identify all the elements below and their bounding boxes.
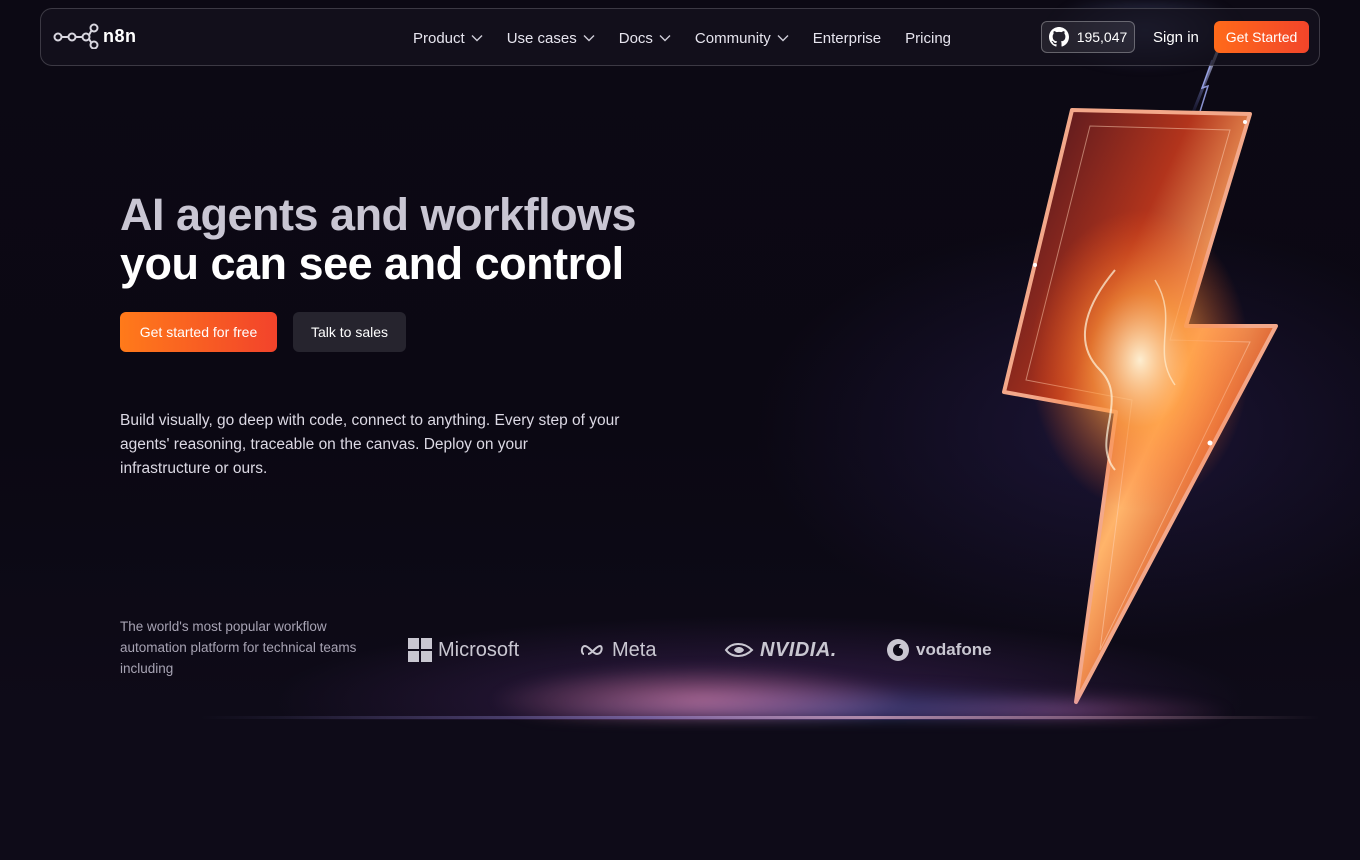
github-stars-button[interactable]: 195,047 [1041,21,1135,53]
chevron-down-icon [471,35,483,42]
microsoft-icon [408,638,432,662]
floor-line [200,716,1320,719]
nav-item-pricing[interactable]: Pricing [905,30,951,47]
nvidia-eye-icon [724,643,754,657]
nav-item-label: Use cases [506,29,577,47]
n8n-logo-icon [53,23,99,49]
nav-item-product[interactable]: Product [413,30,483,47]
vodafone-icon [887,639,909,661]
nav-item-use-cases[interactable]: Use cases [507,30,595,47]
github-icon [1048,27,1069,47]
brand-name: Meta [612,638,657,661]
meta-infinity-icon [580,644,603,656]
trusted-by-text: The world's most popular workflow automa… [120,619,357,676]
nvidia-logo: NVIDIA. [724,630,837,670]
chevron-down-icon [659,35,671,42]
nav-item-label: Enterprise [812,29,882,47]
github-stars-count: 195,047 [1076,29,1128,45]
brand-name: vodafone [916,640,992,659]
headline-line-2: you can see and control [120,238,624,289]
nav-item-community[interactable]: Community [695,30,789,47]
nav-item-docs[interactable]: Docs [619,30,671,47]
headline-line-1: AI agents and workflows [120,189,637,240]
microsoft-logo: Microsoft [408,630,519,670]
meta-logo: Meta [580,630,656,670]
sign-in-link[interactable]: Sign in [1153,29,1199,46]
nav-item-enterprise[interactable]: Enterprise [813,30,881,47]
brand-name: NVIDIA. [760,638,837,661]
chevron-down-icon [583,35,595,42]
nav-item-label: Docs [618,29,653,47]
vodafone-logo: vodafone [886,630,992,670]
logo-text: n8n [103,25,137,46]
nav-links: Product Use cases Docs Community Enterpr… [413,9,975,67]
nav-item-label: Product [413,29,465,47]
chevron-down-icon [777,35,789,42]
talk-to-sales-button[interactable]: Talk to sales [293,312,406,352]
get-started-free-button[interactable]: Get started for free [120,312,277,352]
top-navbar: n8n Product Use cases Docs Community Ent… [40,8,1320,66]
hero-description: Build visually, go deep with code, conne… [120,412,620,477]
nav-item-label: Community [694,29,771,47]
lightning-bolt-illustration [940,39,1340,720]
brand-name: Microsoft [438,638,520,661]
nav-item-label: Pricing [905,29,952,47]
n8n-logo[interactable]: n8n [53,23,137,49]
get-started-button[interactable]: Get Started [1214,21,1309,53]
hero-headline: AI agents and workflows you can see and … [120,189,637,289]
